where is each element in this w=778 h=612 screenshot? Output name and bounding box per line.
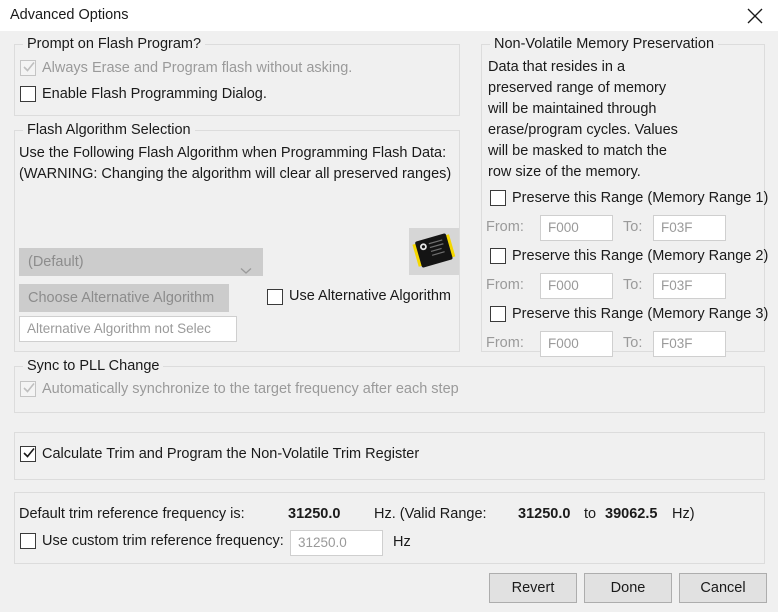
trim-frequency-group: Default trim reference frequency is: 312…: [14, 492, 765, 564]
preserve-range-1-label[interactable]: Preserve this Range (Memory Range 1): [512, 190, 768, 206]
preserve-range-2-checkbox[interactable]: [490, 248, 506, 264]
memory-preservation-group: Non-Volatile Memory Preservation Data th…: [481, 36, 768, 357]
range-1-to-value: F03F: [661, 220, 693, 235]
algorithm-description: Use the Following Flash Algorithm when P…: [19, 145, 452, 182]
chip-icon: [409, 228, 459, 275]
pll-group-title: Sync to PLL Change: [23, 358, 164, 374]
auto-sync-checkbox: [20, 381, 36, 397]
preserve-range-3-checkbox[interactable]: [490, 306, 506, 322]
auto-sync-label: Automatically synchronize to the target …: [42, 381, 459, 397]
range-1-to-label: To:: [623, 219, 643, 235]
custom-frequency-value: 31250.0: [298, 535, 347, 550]
valid-range-suffix: Hz): [672, 506, 695, 522]
range-1-from-label: From:: [486, 219, 524, 235]
range-2-from-value: F000: [548, 278, 579, 293]
use-alternative-algorithm-checkbox[interactable]: [267, 289, 283, 305]
range-2-from-label: From:: [486, 277, 524, 293]
calculate-trim-label[interactable]: Calculate Trim and Program the Non-Volat…: [42, 446, 419, 462]
preserve-range-3-label[interactable]: Preserve this Range (Memory Range 3): [512, 306, 768, 322]
memory-group-title: Non-Volatile Memory Preservation: [490, 36, 719, 52]
range-3-to-value: F03F: [661, 336, 693, 351]
advanced-options-dialog: Advanced Options Prompt on Flash Program…: [0, 0, 778, 612]
chevron-down-icon: [240, 258, 252, 284]
use-alternative-algorithm-label[interactable]: Use Alternative Algorithm: [289, 288, 451, 304]
calculate-trim-group: Calculate Trim and Program the Non-Volat…: [14, 432, 765, 480]
sync-to-pll-change-group: Sync to PLL Change Automatically synchro…: [14, 358, 765, 413]
valid-range-min: 31250.0: [518, 506, 571, 522]
title-bar: Advanced Options: [0, 0, 778, 31]
range-2-to-input: F03F: [653, 273, 726, 299]
preserve-range-1-checkbox[interactable]: [490, 190, 506, 206]
prompt-on-flash-program-group: Prompt on Flash Program? Always Erase an…: [14, 36, 460, 116]
window-title: Advanced Options: [10, 7, 129, 23]
always-erase-checkbox: [20, 60, 36, 76]
range-1-from-value: F000: [548, 220, 579, 235]
alternative-algorithm-status-text: Alternative Algorithm not Selec: [27, 321, 211, 336]
enable-flash-dialog-checkbox[interactable]: [20, 86, 36, 102]
check-icon: [22, 445, 36, 461]
close-icon[interactable]: [732, 0, 778, 31]
valid-range-to: to: [584, 506, 597, 522]
default-frequency-label: Default trim reference frequency is:: [19, 506, 245, 522]
memory-description: Data that resides in a preserved range o…: [488, 59, 678, 180]
choose-alternative-algorithm-button: Choose Alternative Algorithm: [19, 284, 229, 312]
range-1-from-input: F000: [540, 215, 613, 241]
valid-range-max: 39062.5: [605, 506, 658, 522]
range-1-to-input: F03F: [653, 215, 726, 241]
range-3-from-label: From:: [486, 335, 524, 351]
choose-alternative-algorithm-label: Choose Alternative Algorithm: [28, 290, 215, 306]
revert-button[interactable]: Revert: [489, 573, 577, 603]
done-button[interactable]: Done: [584, 573, 672, 603]
done-button-label: Done: [610, 580, 646, 596]
check-icon: [22, 59, 36, 75]
range-2-to-label: To:: [623, 277, 643, 293]
use-custom-frequency-checkbox[interactable]: [20, 533, 36, 549]
custom-frequency-unit: Hz: [393, 534, 411, 550]
custom-frequency-input: 31250.0: [290, 530, 383, 556]
enable-flash-dialog-label[interactable]: Enable Flash Programming Dialog.: [42, 86, 267, 102]
always-erase-label: Always Erase and Program flash without a…: [42, 60, 353, 76]
algorithm-combo-value: (Default): [28, 254, 84, 270]
alternative-algorithm-status-field: Alternative Algorithm not Selec: [19, 316, 237, 342]
range-3-from-value: F000: [548, 336, 579, 351]
flash-algorithm-selection-group: Flash Algorithm Selection Use the Follow…: [14, 122, 460, 352]
default-frequency-value: 31250.0: [288, 506, 341, 522]
range-3-to-input: F03F: [653, 331, 726, 357]
range-3-to-label: To:: [623, 335, 643, 351]
range-2-to-value: F03F: [661, 278, 693, 293]
cancel-button[interactable]: Cancel: [679, 573, 767, 603]
preserve-range-2-label[interactable]: Preserve this Range (Memory Range 2): [512, 248, 768, 264]
algorithm-group-title: Flash Algorithm Selection: [23, 122, 195, 138]
range-2-from-input: F000: [540, 273, 613, 299]
calculate-trim-checkbox[interactable]: [20, 446, 36, 462]
valid-range-prefix: Hz. (Valid Range:: [374, 506, 487, 522]
algorithm-combo: (Default): [19, 248, 263, 276]
prompt-group-title: Prompt on Flash Program?: [23, 36, 206, 52]
range-3-from-input: F000: [540, 331, 613, 357]
revert-button-label: Revert: [511, 580, 555, 596]
check-icon: [22, 380, 36, 396]
cancel-button-label: Cancel: [700, 580, 746, 596]
use-custom-frequency-label[interactable]: Use custom trim reference frequency:: [42, 533, 284, 549]
